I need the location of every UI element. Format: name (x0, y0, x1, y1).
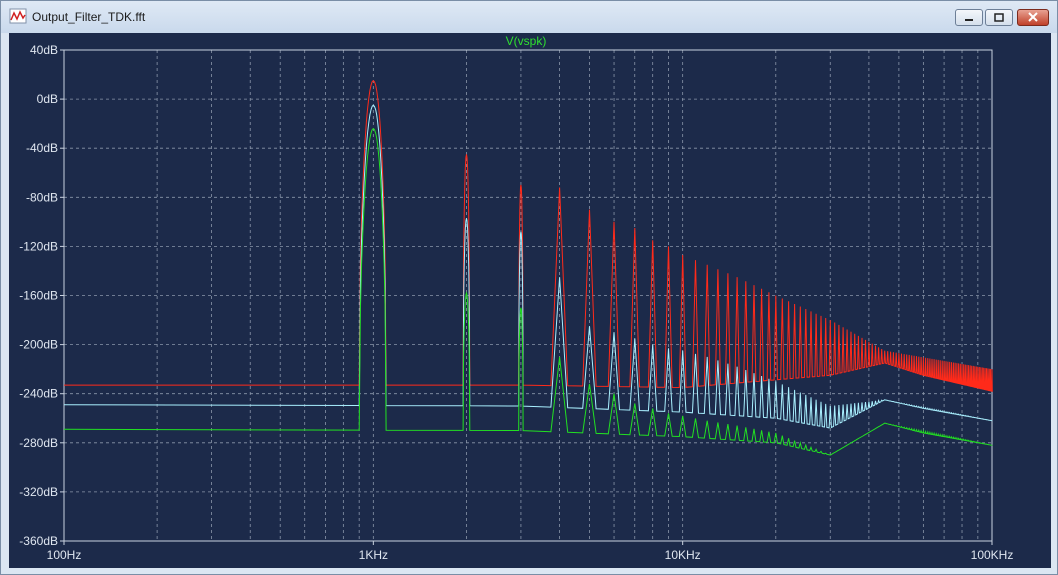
y-tick-label: -160dB (19, 289, 58, 303)
y-tick-label: -360dB (19, 534, 58, 548)
fft-chart: 40dB 0dB -40dB -80dB -120dB -160dB -200dB -240d… (19, 34, 1014, 562)
fft-window: Output_Filter_TDK.fft 40dB 0dB -40dB -80dB -… (0, 0, 1058, 575)
x-tick-label: 100Hz (47, 548, 82, 562)
close-button[interactable] (1017, 9, 1049, 26)
minimize-button[interactable] (955, 9, 983, 26)
title-bar[interactable]: Output_Filter_TDK.fft (1, 1, 1057, 33)
minimize-icon (965, 18, 973, 21)
y-tick-label: 0dB (37, 92, 58, 106)
close-icon (1028, 12, 1038, 22)
x-tick-label: 1KHz (359, 548, 388, 562)
y-tick-label: 40dB (30, 43, 58, 57)
y-tick-label: -40dB (26, 141, 58, 155)
y-tick-label: -200dB (19, 338, 58, 352)
plot-area[interactable]: 40dB 0dB -40dB -80dB -120dB -160dB -200dB -240d… (9, 33, 1051, 568)
maximize-button[interactable] (985, 9, 1013, 26)
y-tick-label: -80dB (26, 190, 58, 204)
x-tick-label: 10KHz (665, 548, 701, 562)
series-line-2 (63, 104, 993, 429)
maximize-icon (994, 12, 1004, 22)
y-tick-label: -280dB (19, 436, 58, 450)
y-tick-label: -240dB (19, 387, 58, 401)
chart-title: V(vspk) (506, 34, 547, 48)
y-tick-label: -120dB (19, 239, 58, 253)
window-title: Output_Filter_TDK.fft (32, 10, 146, 24)
y-tick-label: -320dB (19, 485, 58, 499)
x-tick-label: 100KHz (971, 548, 1014, 562)
fft-plot-icon (9, 8, 27, 24)
